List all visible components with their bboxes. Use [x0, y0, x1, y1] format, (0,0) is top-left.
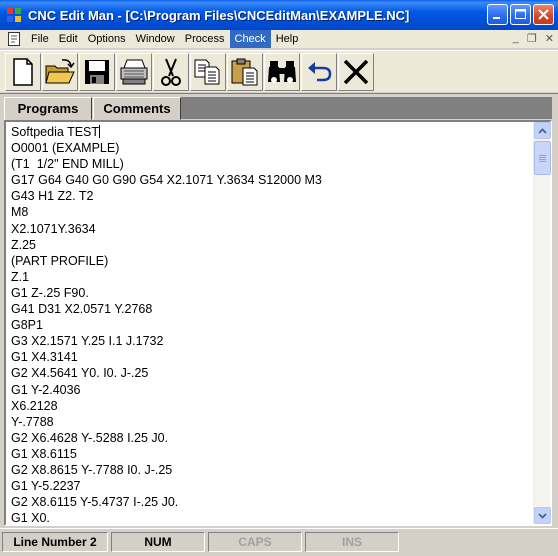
- code-line[interactable]: G1 X0.: [11, 510, 534, 524]
- maximize-button[interactable]: [510, 4, 531, 25]
- scissors-icon: [161, 58, 181, 86]
- find-button[interactable]: [264, 52, 300, 91]
- code-line[interactable]: (PART PROFILE): [11, 253, 534, 269]
- status-ins: INS: [305, 532, 399, 552]
- status-bar: Line Number 2 NUM CAPS INS: [0, 528, 558, 556]
- tab-programs[interactable]: Programs: [4, 97, 92, 120]
- app-icon[interactable]: [6, 7, 22, 23]
- code-editor[interactable]: Softpedia TEST O0001 (EXAMPLE) (T1 1/2" EN…: [4, 120, 552, 526]
- undo-arrow-icon: [308, 61, 332, 81]
- chevron-down-icon: [538, 512, 547, 519]
- tab-strip: Programs Comments: [0, 93, 558, 120]
- code-line[interactable]: G3 X2.1571 Y.25 I.1 J.1732: [11, 333, 534, 349]
- code-line[interactable]: X6.2128: [11, 398, 534, 414]
- code-line[interactable]: Z.1: [11, 269, 534, 285]
- tab-strip-background: [181, 97, 552, 119]
- code-line[interactable]: G1 Y-5.2237: [11, 478, 534, 494]
- code-line[interactable]: O0001 (EXAMPLE): [11, 140, 534, 156]
- status-caps: CAPS: [208, 532, 302, 552]
- save-disk-icon: [85, 59, 109, 84]
- code-line[interactable]: G43 H1 Z2. T2: [11, 188, 534, 204]
- code-line[interactable]: G1 Z-.25 F90.: [11, 285, 534, 301]
- paste-clipboard-icon: [231, 58, 258, 85]
- code-line[interactable]: Z.25: [11, 237, 534, 253]
- delete-x-icon: [343, 59, 369, 84]
- binoculars-icon: [268, 60, 296, 83]
- code-line[interactable]: Y-.7788: [11, 414, 534, 430]
- code-line[interactable]: G2 X8.8615 Y-.7788 I0. J-.25: [11, 462, 534, 478]
- title-bar[interactable]: CNC Edit Man - [C:\Program Files\CNCEdit…: [0, 0, 558, 30]
- menu-file[interactable]: File: [26, 30, 54, 48]
- code-line[interactable]: G2 X6.4628 Y-.5288 I.25 J0.: [11, 430, 534, 446]
- code-line[interactable]: G1 Y-2.4036: [11, 382, 534, 398]
- vertical-scrollbar[interactable]: [533, 122, 551, 524]
- menu-check[interactable]: Check: [229, 30, 271, 48]
- save-button[interactable]: [79, 52, 115, 91]
- code-line[interactable]: G17 G64 G40 G0 G90 G54 X2.1071 Y.3634 S1…: [11, 172, 534, 188]
- new-file-icon: [13, 57, 33, 86]
- scroll-down-button[interactable]: [534, 507, 551, 524]
- code-line[interactable]: G8P1: [11, 317, 534, 333]
- document-icon[interactable]: [8, 32, 20, 46]
- menu-bar: File Edit Options Window Process Check H…: [0, 30, 558, 48]
- delete-button[interactable]: [338, 52, 374, 91]
- copy-button[interactable]: [190, 52, 226, 91]
- mdi-close-button[interactable]: ✕: [545, 32, 554, 45]
- code-line[interactable]: Softpedia TEST: [11, 124, 534, 140]
- menu-window[interactable]: Window: [131, 30, 180, 48]
- toolbar: [0, 50, 558, 92]
- code-line[interactable]: G1 X4.3141: [11, 349, 534, 365]
- code-line[interactable]: M8: [11, 204, 534, 220]
- minimize-button[interactable]: [487, 4, 508, 25]
- undo-button[interactable]: [301, 52, 337, 91]
- scroll-up-button[interactable]: [534, 122, 551, 139]
- cut-button[interactable]: [153, 52, 189, 91]
- code-line[interactable]: G1 X8.6115: [11, 446, 534, 462]
- chevron-up-icon: [538, 127, 547, 134]
- code-line[interactable]: (T1 1/2" END MILL): [11, 156, 534, 172]
- code-line[interactable]: G2 X4.5641 Y0. I0. J-.25: [11, 365, 534, 381]
- copy-icon: [194, 59, 220, 84]
- status-num: NUM: [111, 532, 205, 552]
- new-file-button[interactable]: [5, 52, 41, 91]
- code-line[interactable]: G2 X8.6115 Y-5.4737 I-.25 J0.: [11, 494, 534, 510]
- code-text-area[interactable]: Softpedia TEST O0001 (EXAMPLE) (T1 1/2" EN…: [8, 124, 534, 524]
- scroll-thumb[interactable]: [534, 141, 551, 175]
- window-title: CNC Edit Man - [C:\Program Files\CNCEdit…: [28, 7, 410, 23]
- open-folder-icon: [45, 58, 75, 83]
- mdi-minimize-button[interactable]: _: [513, 32, 519, 45]
- menu-process[interactable]: Process: [180, 30, 230, 48]
- status-line-number: Line Number 2: [2, 532, 108, 552]
- menu-edit[interactable]: Edit: [54, 30, 83, 48]
- open-button[interactable]: [42, 52, 78, 91]
- code-line[interactable]: X2.1071Y.3634: [11, 221, 534, 237]
- printer-icon: [120, 59, 148, 84]
- menu-options[interactable]: Options: [83, 30, 131, 48]
- print-button[interactable]: [116, 52, 152, 91]
- close-button[interactable]: [533, 4, 554, 25]
- tab-comments[interactable]: Comments: [93, 97, 181, 120]
- menu-help[interactable]: Help: [271, 30, 304, 48]
- code-line[interactable]: G41 D31 X2.0571 Y.2768: [11, 301, 534, 317]
- text-caret: [99, 125, 101, 138]
- mdi-restore-button[interactable]: ❐: [527, 32, 537, 45]
- paste-button[interactable]: [227, 52, 263, 91]
